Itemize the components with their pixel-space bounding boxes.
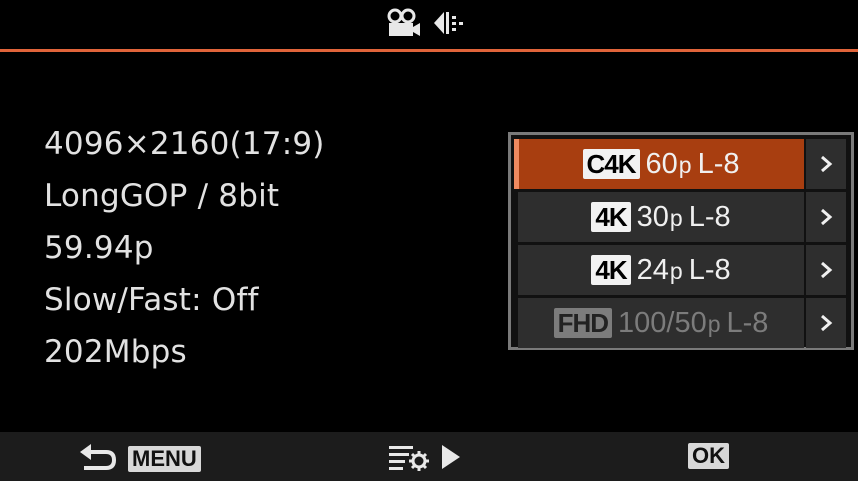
info-bitrate: 202Mbps <box>44 334 187 370</box>
quality-label: L-8 <box>726 306 769 339</box>
settings-play-guide[interactable] <box>388 443 462 475</box>
play-icon <box>440 443 462 475</box>
movie-mode-list: C4K 60p L-8 4K 30p L-8 4K 24p L-8 FHD <box>508 132 854 350</box>
option-label[interactable]: 4K 24 p L-8 <box>518 245 804 295</box>
option-4k-30p[interactable]: 4K 30 p L-8 <box>518 192 847 242</box>
chevron-right-icon[interactable] <box>806 298 846 348</box>
info-resolution: 4096×2160(17:9) <box>44 126 325 162</box>
button-guide-bar: MENU OK <box>0 432 858 481</box>
option-label[interactable]: 4K 30 p L-8 <box>518 192 804 242</box>
movie-settings-info: 4096×2160(17:9) LongGOP / 8bit 59.94p Sl… <box>44 118 325 378</box>
option-label[interactable]: FHD 100/50 p L-8 <box>518 298 804 348</box>
back-menu-guide[interactable]: MENU <box>78 443 201 475</box>
selection-indicator <box>514 139 519 189</box>
rate-unit: p <box>669 257 683 284</box>
info-codec: LongGOP / 8bit <box>44 178 280 214</box>
option-4k-24p[interactable]: 4K 24 p L-8 <box>518 245 847 295</box>
rate-unit: p <box>678 151 692 178</box>
chevron-right-icon[interactable] <box>806 139 846 189</box>
frame-rate: 30 p <box>637 201 683 234</box>
list-settings-icon <box>388 443 430 475</box>
frame-rate: 60 p <box>646 148 692 181</box>
ok-guide[interactable]: OK <box>688 443 729 469</box>
resolution-badge: 4K <box>591 202 631 232</box>
back-arrow-icon <box>78 443 118 475</box>
info-frame-rate: 59.94p <box>44 230 154 266</box>
rate-unit: p <box>669 204 683 231</box>
rate-number: 24 <box>636 253 669 286</box>
option-fhd-100-50p[interactable]: FHD 100/50 p L-8 <box>518 298 847 348</box>
quality-label: L-8 <box>688 200 731 233</box>
quality-label: L-8 <box>697 147 740 180</box>
menu-key-label: MENU <box>128 446 201 472</box>
option-label[interactable]: C4K 60 p L-8 <box>518 139 804 189</box>
info-slow-fast: Slow/Fast: Off <box>44 282 259 318</box>
frame-rate: 24 p <box>637 254 683 287</box>
resolution-badge: FHD <box>553 308 612 338</box>
rate-number: 60 <box>645 147 678 180</box>
resolution-badge: 4K <box>591 255 631 285</box>
frame-rate: 100/50 p <box>618 307 721 340</box>
image-stabilizer-icon <box>432 8 466 42</box>
rate-number: 30 <box>636 200 669 233</box>
quality-label: L-8 <box>688 253 731 286</box>
resolution-badge: C4K <box>582 149 640 179</box>
chevron-right-icon[interactable] <box>806 192 846 242</box>
chevron-right-icon[interactable] <box>806 245 846 295</box>
rate-number: 100/50 <box>618 306 707 339</box>
header-icons <box>386 8 466 42</box>
option-c4k-60p[interactable]: C4K 60 p L-8 <box>514 139 847 189</box>
header-divider <box>0 49 858 52</box>
ok-key-label: OK <box>688 443 729 469</box>
header-bar <box>0 0 858 50</box>
movie-camera-icon <box>386 8 422 42</box>
rate-unit: p <box>707 310 721 337</box>
